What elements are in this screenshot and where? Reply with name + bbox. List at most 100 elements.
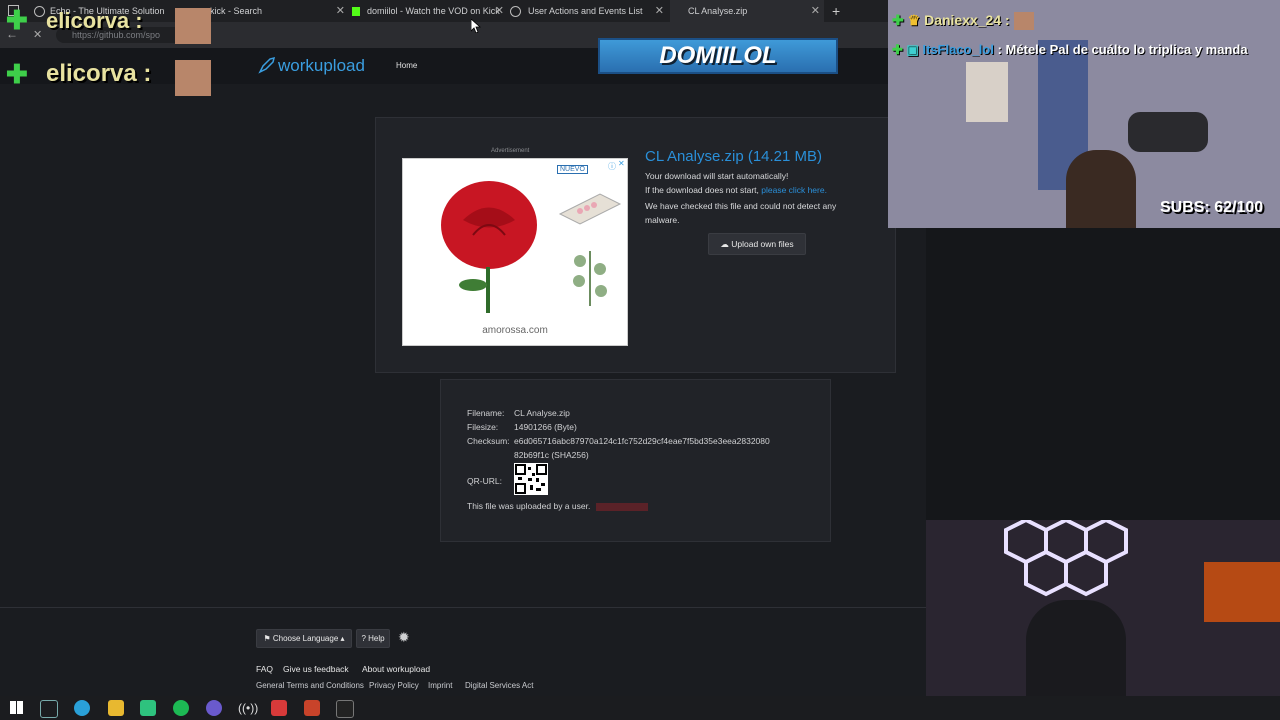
eucalyptus-image bbox=[555, 241, 625, 311]
checksum-value-line1: e6d065716abc87970a124c1fc752d29cf4eae7f5… bbox=[514, 436, 770, 446]
globe-icon bbox=[510, 6, 521, 18]
chat-plus-icon: ✚ bbox=[892, 42, 903, 57]
ad-domain: amorossa.com bbox=[482, 325, 548, 336]
tab-user-actions[interactable]: User Actions and Events List ✕ bbox=[510, 0, 664, 22]
cloud-upload-icon: ☁ bbox=[720, 239, 729, 249]
close-icon[interactable]: ✕ bbox=[655, 0, 664, 22]
site-logo[interactable]: workupload bbox=[278, 56, 365, 76]
close-icon[interactable]: ✕ bbox=[495, 0, 504, 22]
filename-label: Filename: bbox=[467, 408, 505, 418]
tab-kick-search[interactable]: kick - Search ✕ bbox=[210, 0, 345, 22]
badge-icon: ▣ bbox=[906, 42, 919, 57]
qr-url-label: QR-URL: bbox=[467, 476, 502, 486]
windows-taskbar bbox=[0, 696, 1280, 720]
avatar bbox=[1013, 12, 1034, 31]
faq-link[interactable]: FAQ bbox=[256, 664, 273, 674]
person-in-chair bbox=[1026, 600, 1126, 696]
choose-language-button[interactable]: ⚑ Choose Language ▴ bbox=[256, 629, 352, 648]
windows-start-icon[interactable] bbox=[10, 701, 23, 714]
chat-plus-icon: ✚ bbox=[6, 5, 28, 35]
close-icon[interactable]: ✕ bbox=[336, 0, 345, 22]
streamer-webcam-top bbox=[888, 0, 1280, 228]
upload-button-label: Upload own files bbox=[731, 239, 794, 249]
chat-username-top: elicorva : bbox=[46, 8, 143, 33]
chat-username: Daniexx_24 : bbox=[924, 12, 1010, 28]
tab-cl-analyse[interactable]: CL Analyse.zip ✕ bbox=[670, 0, 824, 22]
rose-image bbox=[433, 175, 545, 313]
dsa-link[interactable]: Digital Services Act bbox=[465, 681, 533, 690]
flower-box-image bbox=[555, 179, 625, 229]
rocket-logo-icon bbox=[258, 56, 276, 79]
crown-icon: ♛ bbox=[907, 12, 921, 28]
fireplace-tv bbox=[1204, 562, 1280, 622]
file-details-panel bbox=[440, 379, 831, 542]
app-green-icon[interactable] bbox=[140, 700, 156, 716]
terms-link[interactable]: General Terms and Conditions bbox=[256, 681, 364, 690]
subs-counter: SUBS: 62/100 bbox=[1160, 199, 1264, 216]
tab-label: CL Analyse.zip bbox=[688, 6, 748, 16]
obs-icon[interactable] bbox=[206, 700, 222, 716]
tab-kick-vod[interactable]: domiilol - Watch the VOD on Kick ✕ bbox=[352, 0, 504, 22]
game-icon[interactable] bbox=[304, 700, 320, 716]
malware-check-message: We have checked this file and could not … bbox=[645, 201, 837, 225]
kick-icon bbox=[352, 7, 360, 17]
file-explorer-icon[interactable] bbox=[108, 700, 124, 716]
avatar bbox=[175, 60, 211, 96]
help-button[interactable]: ? Help bbox=[356, 629, 390, 648]
stop-loading-icon[interactable]: ✕ bbox=[33, 28, 42, 41]
spotify-icon[interactable] bbox=[173, 700, 189, 716]
download-link[interactable]: please click here. bbox=[761, 185, 827, 195]
terminal-icon[interactable] bbox=[336, 700, 354, 718]
nuevo-badge: NUEVO bbox=[557, 165, 588, 174]
imprint-link[interactable]: Imprint bbox=[428, 681, 452, 690]
tab-label: domiilol - Watch the VOD on Kick bbox=[367, 6, 500, 16]
chat-plus-icon: ✚ bbox=[6, 59, 28, 89]
about-link[interactable]: About workupload bbox=[362, 664, 430, 674]
person-silhouette bbox=[1066, 150, 1136, 228]
download-message: Your download will start automatically! bbox=[645, 171, 789, 181]
advertisement-image[interactable]: NUEVO ⓘ ✕ amorossa.com bbox=[402, 158, 628, 346]
edge-icon[interactable] bbox=[74, 700, 90, 716]
chat-username-main: elicorva : bbox=[46, 60, 152, 87]
hexagon-lights bbox=[966, 520, 1196, 610]
uploaded-by-text: This file was uploaded by a user. bbox=[467, 501, 591, 511]
file-title[interactable]: CL Analyse.zip (14.21 MB) bbox=[645, 148, 822, 165]
stream-banner: DOMIILOL bbox=[598, 38, 838, 74]
uploaded-by-row: This file was uploaded by a user. bbox=[467, 501, 648, 511]
download-fallback-text: If the download does not start, bbox=[645, 185, 759, 195]
stream-banner-text: DOMIILOL bbox=[659, 42, 777, 69]
upload-own-files-button[interactable]: ☁ Upload own files bbox=[708, 233, 806, 255]
tab-label: User Actions and Events List bbox=[528, 6, 643, 16]
recorder-icon[interactable] bbox=[271, 700, 287, 716]
filesize-value: 14901266 (Byte) bbox=[514, 422, 577, 432]
avatar bbox=[175, 8, 211, 44]
new-tab-button[interactable]: + bbox=[832, 3, 840, 19]
privacy-link[interactable]: Privacy Policy bbox=[369, 681, 419, 690]
download-fallback-row: If the download does not start, please c… bbox=[645, 185, 827, 195]
caret-up-icon: ▴ bbox=[340, 634, 345, 643]
checksum-value-line2: 82b69f1c (SHA256) bbox=[514, 450, 589, 460]
mouse-cursor-icon bbox=[470, 18, 482, 38]
chat-line-2: ✚ ▣ ItsFlaco_lol : Métele Pal de cuálto … bbox=[892, 42, 1280, 58]
ad-label: Advertisement bbox=[491, 148, 530, 154]
chat-line-1: ✚ ♛ Daniexx_24 : bbox=[892, 12, 1034, 31]
task-view-icon[interactable] bbox=[40, 700, 58, 718]
uploader-link-redacted[interactable] bbox=[595, 502, 648, 511]
checksum-label: Checksum: bbox=[467, 436, 510, 446]
qr-code-image[interactable] bbox=[514, 463, 548, 495]
nav-home-link[interactable]: Home bbox=[396, 61, 417, 70]
ad-close-icon[interactable]: ✕ bbox=[618, 159, 625, 168]
broadcast-icon[interactable]: ((•)) bbox=[238, 700, 258, 716]
feedback-link[interactable]: Give us feedback bbox=[283, 664, 349, 674]
chat-message: : Métele Pal de cuálto lo triplica y man… bbox=[997, 42, 1248, 57]
ad-info-icon[interactable]: ⓘ bbox=[608, 161, 616, 172]
close-icon[interactable]: ✕ bbox=[811, 0, 820, 22]
language-button-label: Choose Language bbox=[272, 634, 339, 643]
theme-toggle-icon[interactable]: ✹ bbox=[398, 629, 410, 645]
filename-value: CL Analyse.zip bbox=[514, 408, 570, 418]
wall-poster bbox=[966, 62, 1008, 122]
chat-plus-icon: ✚ bbox=[892, 12, 904, 28]
footer-divider bbox=[0, 607, 926, 608]
streamer-webcam-bottom bbox=[926, 520, 1280, 696]
filesize-label: Filesize: bbox=[467, 422, 499, 432]
